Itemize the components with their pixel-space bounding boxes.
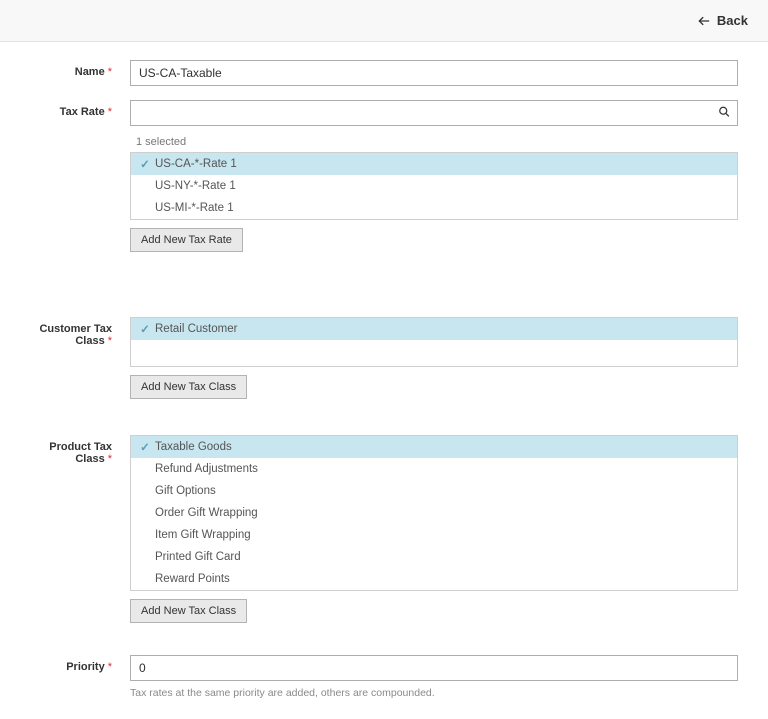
label-text: Priority — [66, 661, 105, 673]
list-item-label: Reward Points — [155, 573, 230, 585]
list-item-label: US-MI-*-Rate 1 — [155, 202, 234, 214]
add-customer-tax-class-button[interactable]: Add New Tax Class — [130, 375, 247, 399]
label-tax-rate: Tax Rate* — [30, 100, 130, 252]
check-icon: ✓ — [139, 157, 151, 171]
tax-rate-search-wrap — [130, 100, 738, 126]
list-item[interactable]: ✓Reward Points — [131, 568, 737, 590]
tax-rate-selected-count: 1 selected — [130, 136, 738, 148]
list-item[interactable]: ✓Item Gift Wrapping — [131, 524, 737, 546]
back-button[interactable]: Back — [697, 13, 748, 28]
list-item[interactable]: ✓ Taxable Goods — [131, 436, 737, 458]
list-item-label: Retail Customer — [155, 323, 237, 335]
list-item-label: Printed Gift Card — [155, 551, 241, 563]
list-item-label: Item Gift Wrapping — [155, 529, 251, 541]
field-customer-tax-class: Customer Tax Class* ✓ Retail Customer Add… — [30, 317, 738, 399]
label-customer-tax-class: Customer Tax Class* — [30, 317, 130, 399]
label-text: Tax Rate — [60, 106, 105, 118]
name-input[interactable] — [130, 60, 738, 86]
field-product-tax-class: Product Tax Class* ✓ Taxable Goods ✓Refund… — [30, 435, 738, 623]
label-text: Customer Tax Class — [39, 323, 112, 347]
list-item-label: Order Gift Wrapping — [155, 507, 258, 519]
list-item[interactable]: ✓US-NY-*-Rate 1 — [131, 175, 737, 197]
top-bar: Back — [0, 0, 768, 42]
label-name: Name* — [30, 60, 130, 86]
add-product-tax-class-button[interactable]: Add New Tax Class — [130, 599, 247, 623]
tax-rate-options: ✓ US-CA-*-Rate 1 ✓US-NY-*-Rate 1✓US-MI-*-R… — [130, 152, 738, 220]
required-marker: * — [108, 661, 112, 673]
search-icon[interactable] — [718, 106, 730, 121]
list-item[interactable]: ✓Refund Adjustments — [131, 458, 737, 480]
required-marker: * — [108, 453, 112, 465]
list-item[interactable]: ✓ Retail Customer — [131, 318, 737, 340]
check-icon: ✓ — [139, 322, 151, 336]
field-name: Name* — [30, 60, 738, 86]
arrow-left-icon — [697, 14, 711, 28]
list-item-label: US-CA-*-Rate 1 — [155, 158, 237, 170]
label-text: Name — [75, 66, 105, 78]
field-tax-rate: Tax Rate* 1 selected ✓ US-CA-*-Rate 1 ✓US-… — [30, 100, 738, 252]
product-tax-class-options: ✓ Taxable Goods ✓Refund Adjustments✓Gift O… — [130, 435, 738, 591]
required-marker: * — [108, 335, 112, 347]
priority-helper: Tax rates at the same priority are added… — [130, 687, 738, 699]
label-product-tax-class: Product Tax Class* — [30, 435, 130, 623]
list-item-label: Taxable Goods — [155, 441, 232, 453]
list-item-label: Gift Options — [155, 485, 216, 497]
back-label: Back — [717, 13, 748, 28]
priority-input[interactable] — [130, 655, 738, 681]
list-item[interactable]: ✓Printed Gift Card — [131, 546, 737, 568]
tax-rate-search-input[interactable] — [130, 100, 738, 126]
customer-tax-class-options: ✓ Retail Customer — [130, 317, 738, 367]
required-marker: * — [108, 66, 112, 78]
label-priority: Priority* — [30, 655, 130, 699]
required-marker: * — [108, 106, 112, 118]
add-tax-rate-button[interactable]: Add New Tax Rate — [130, 228, 243, 252]
list-item[interactable]: ✓Order Gift Wrapping — [131, 502, 737, 524]
list-item[interactable]: ✓US-MI-*-Rate 1 — [131, 197, 737, 219]
label-text: Product Tax Class — [49, 441, 112, 465]
field-priority: Priority* Tax rates at the same priority… — [30, 655, 738, 699]
form: Name* Tax Rate* 1 selected ✓US-CA-*-Rate… — [0, 42, 768, 719]
list-item-label: US-NY-*-Rate 1 — [155, 180, 236, 192]
list-item[interactable]: ✓ US-CA-*-Rate 1 — [131, 153, 737, 175]
list-item[interactable]: ✓Gift Options — [131, 480, 737, 502]
list-item-label: Refund Adjustments — [155, 463, 258, 475]
check-icon: ✓ — [139, 440, 151, 454]
